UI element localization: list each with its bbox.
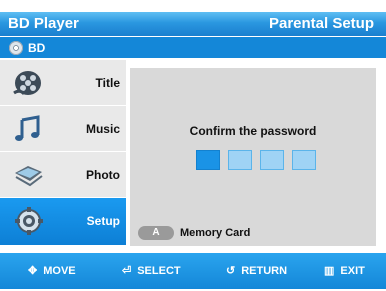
- sidebar-item-label: Photo: [86, 168, 120, 182]
- exit-label: EXIT: [340, 265, 365, 277]
- section-title: Parental Setup: [268, 15, 374, 32]
- password-prompt: Confirm the password: [189, 124, 317, 138]
- sidebar-item-photo[interactable]: Photo: [0, 152, 126, 198]
- source-bar: BD: [0, 37, 386, 58]
- select-label: SELECT: [137, 265, 181, 277]
- password-panel: Confirm the password A Memory Card: [130, 68, 376, 246]
- app-title: BD Player: [8, 15, 79, 32]
- music-note-icon: [15, 115, 40, 141]
- photo-icon: [15, 166, 43, 187]
- title-bar: BD Player Parental Setup: [0, 12, 386, 36]
- return-hint: ↺ RETURN: [226, 264, 287, 277]
- exit-icon: ▥: [324, 265, 335, 277]
- sidebar-item-music[interactable]: Music: [0, 106, 126, 152]
- password-digit-box[interactable]: [228, 150, 252, 170]
- film-reel-icon: [13, 71, 41, 96]
- enter-icon: ⏎: [122, 265, 132, 277]
- sidebar-item-label: Setup: [86, 214, 120, 228]
- sidebar-item-label: Music: [85, 122, 120, 136]
- move-label: MOVE: [43, 265, 76, 277]
- exit-hint: ▥ EXIT: [324, 264, 365, 277]
- gear-icon: [15, 207, 43, 235]
- disc-icon: [9, 41, 23, 55]
- password-digit-box[interactable]: [260, 150, 284, 170]
- footer-bar: ✥ MOVE ⏎ SELECT ↺ RETURN ▥ EXIT: [0, 253, 386, 289]
- move-icon: ✥: [28, 265, 38, 277]
- sidebar-menu: Title Music Photo Setup: [0, 60, 126, 246]
- sidebar-item-title[interactable]: Title: [0, 60, 126, 106]
- return-icon: ↺: [226, 265, 236, 277]
- memory-card-label: Memory Card: [180, 227, 251, 239]
- password-digit-box[interactable]: [196, 150, 220, 170]
- move-hint: ✥ MOVE: [28, 264, 76, 277]
- password-digit-box[interactable]: [292, 150, 316, 170]
- bd-player-window: BD Player Parental Setup BD Title Music …: [0, 0, 386, 291]
- return-label: RETURN: [241, 265, 288, 277]
- select-hint: ⏎ SELECT: [122, 264, 181, 277]
- a-button-icon: A: [138, 226, 174, 240]
- sidebar-item-setup[interactable]: Setup: [0, 198, 126, 246]
- sidebar-item-label: Title: [95, 76, 120, 90]
- source-label: BD: [28, 41, 46, 55]
